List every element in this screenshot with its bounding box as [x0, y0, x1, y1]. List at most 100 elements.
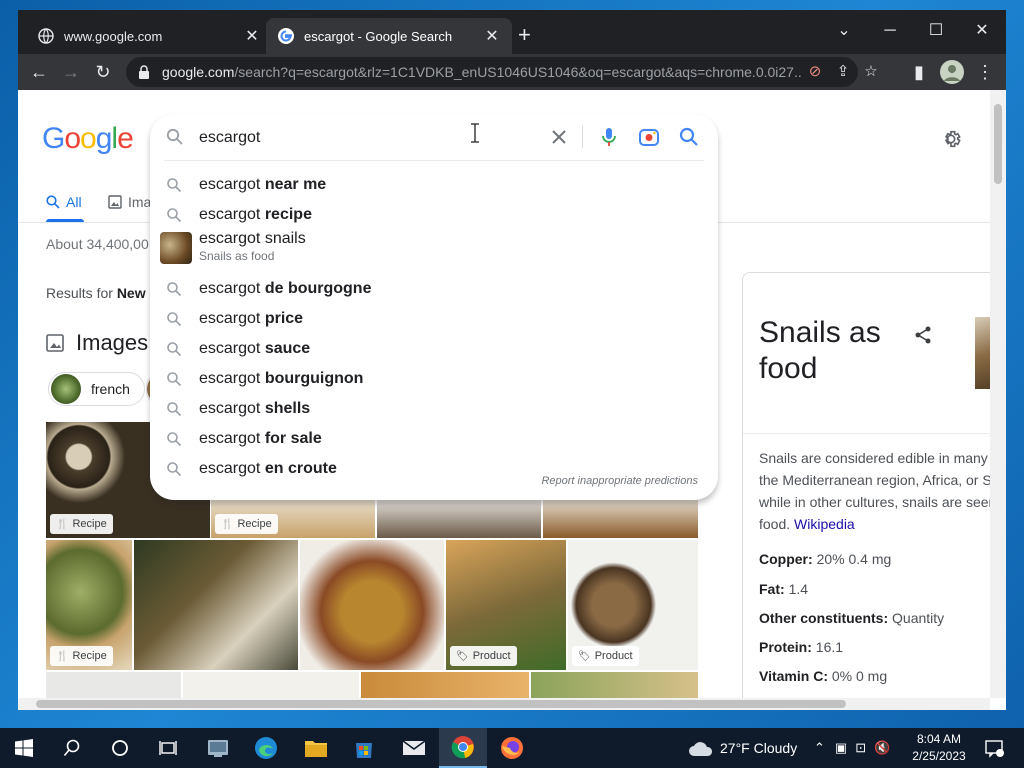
suggestion-text: escargot sauce [199, 340, 310, 358]
image-result[interactable]: 🍴 Recipe [211, 498, 375, 538]
cutlery-icon: 🍴 [56, 650, 69, 662]
search-taskbar-button[interactable] [48, 728, 96, 768]
tab-close-button[interactable]: ✕ [244, 26, 260, 46]
back-arrow-icon[interactable]: ← [26, 59, 52, 85]
bookmark-star-icon[interactable]: ☆ [862, 63, 880, 81]
fact-label[interactable]: Other constituents: [759, 610, 888, 626]
suggestion-item[interactable]: escargot shells [150, 394, 718, 424]
taskbar-app-mail[interactable] [390, 728, 438, 768]
taskbar-app-file-explorer[interactable] [292, 728, 340, 768]
fact-value: 0% 0 mg [831, 668, 888, 684]
weather-widget[interactable]: 27°F Cloudy [688, 728, 797, 768]
forward-arrow-icon[interactable]: → [58, 59, 84, 85]
image-result[interactable] [46, 672, 181, 698]
image-result[interactable] [134, 540, 298, 670]
device-icon[interactable]: ▣ [835, 740, 847, 756]
suggestion-item[interactable]: escargot for sale [150, 424, 718, 454]
close-window-button[interactable]: ✕ [959, 16, 1005, 46]
vertical-scrollbar[interactable] [990, 90, 1006, 698]
network-icon[interactable]: ⊡ [855, 740, 866, 756]
fact-label[interactable]: Copper: [759, 551, 813, 567]
tab-escargot-search[interactable]: escargot - Google Search ✕ [266, 18, 512, 54]
maximize-button[interactable]: ☐ [913, 16, 959, 46]
horizontal-scrollbar[interactable] [18, 698, 990, 710]
suggestion-item[interactable]: escargot sauce [150, 334, 718, 364]
volume-muted-icon[interactable]: 🔇 [874, 740, 890, 756]
chip-thumbnail [51, 374, 81, 404]
image-result[interactable] [377, 498, 541, 538]
task-view-button[interactable] [144, 728, 192, 768]
suggestion-item[interactable]: escargot near me [150, 170, 718, 200]
suggestion-base: escargot [199, 206, 261, 223]
suggestion-base: escargot [199, 280, 261, 297]
taskbar-app-firefox[interactable] [488, 728, 536, 768]
settings-gear-icon[interactable] [940, 128, 962, 150]
notification-icon[interactable] [984, 738, 1004, 758]
image-result[interactable] [531, 672, 698, 698]
system-tray: ⌃ ▣ ⊡ 🔇 [814, 728, 890, 768]
image-result[interactable] [183, 672, 359, 698]
tab-search-chevron-icon[interactable]: ⌄ [821, 16, 867, 46]
filter-chip-french[interactable]: french [48, 372, 145, 406]
share-icon[interactable] [913, 325, 933, 345]
suggestion-item[interactable]: escargot price [150, 304, 718, 334]
camera-lens-icon[interactable] [638, 126, 660, 148]
fact-label[interactable]: Protein: [759, 639, 812, 655]
new-tab-button[interactable]: + [518, 24, 531, 46]
logo-letter: e [117, 122, 134, 155]
fact-fat: Fat: 1.4 [759, 581, 808, 597]
taskbar-app-chrome[interactable] [439, 728, 487, 768]
fact-label[interactable]: Fat: [759, 581, 785, 597]
search-input[interactable] [199, 126, 479, 150]
blocked-popup-icon[interactable]: ⊘ [806, 63, 824, 81]
suggestion-text: escargot shells [199, 400, 310, 418]
chevron-up-icon[interactable]: ⌃ [814, 740, 825, 756]
address-bar[interactable]: google.com/search?q=escargot&rlz=1C1VDKB… [126, 57, 878, 87]
taskbar-app-control-panel[interactable] [194, 728, 242, 768]
tab-close-button[interactable]: ✕ [484, 26, 500, 46]
taskbar-clock[interactable]: 8:04 AM 2/25/2023 [900, 731, 978, 765]
mail-envelope-icon [402, 740, 426, 755]
image-result[interactable] [543, 498, 698, 538]
minimize-button[interactable]: ─ [867, 16, 913, 46]
image-result[interactable] [300, 540, 444, 670]
knowledge-panel-image[interactable] [975, 317, 990, 389]
suggestion-item[interactable]: escargot recipe [150, 200, 718, 230]
image-result[interactable]: 🏷 Product [568, 540, 698, 670]
profile-avatar[interactable] [940, 60, 964, 84]
wikipedia-link[interactable]: Wikipedia [794, 516, 855, 532]
clock-time: 8:04 AM [916, 732, 962, 746]
images-section-heading[interactable]: Images [46, 330, 148, 356]
clear-icon[interactable] [548, 126, 570, 148]
tab-google-home[interactable]: www.google.com ✕ [26, 18, 272, 54]
suggestion-item[interactable]: escargot bourguignon [150, 364, 718, 394]
menu-kebab-icon[interactable]: ⋮ [972, 59, 998, 85]
search-submit-icon[interactable] [678, 126, 700, 148]
horizontal-scroll-thumb[interactable] [36, 700, 846, 708]
report-predictions-link[interactable]: Report inappropriate predictions [541, 475, 698, 487]
suggestion-item[interactable]: escargot de bourgogne [150, 274, 718, 304]
taskbar-app-edge[interactable] [242, 728, 290, 768]
suggestion-text: escargot price [199, 310, 303, 328]
microphone-icon[interactable] [598, 126, 620, 148]
image-result[interactable] [361, 672, 529, 698]
suggestion-completion: near me [260, 176, 327, 193]
share-icon[interactable]: ⇪ [834, 63, 852, 81]
image-result[interactable]: 🏷 Product [446, 540, 566, 670]
vertical-scroll-thumb[interactable] [994, 104, 1002, 184]
google-logo[interactable]: Google [42, 122, 134, 156]
search-icon [167, 342, 182, 357]
fact-protein: Protein: 16.1 [759, 639, 843, 655]
taskbar-app-store[interactable] [340, 728, 388, 768]
tab-all[interactable]: All [46, 194, 82, 210]
start-button[interactable] [0, 728, 48, 768]
cortana-button[interactable] [96, 728, 144, 768]
fact-label[interactable]: Vitamin C: [759, 668, 828, 684]
reload-icon[interactable]: ↻ [90, 59, 116, 85]
search-icon [166, 128, 183, 145]
badge-label: Product [472, 650, 511, 662]
results-for-place[interactable]: New [117, 285, 146, 301]
tab-images[interactable]: Ima [108, 194, 151, 210]
image-result[interactable]: 🍴 Recipe [46, 540, 132, 670]
side-panel-icon[interactable]: ▮ [906, 59, 932, 85]
